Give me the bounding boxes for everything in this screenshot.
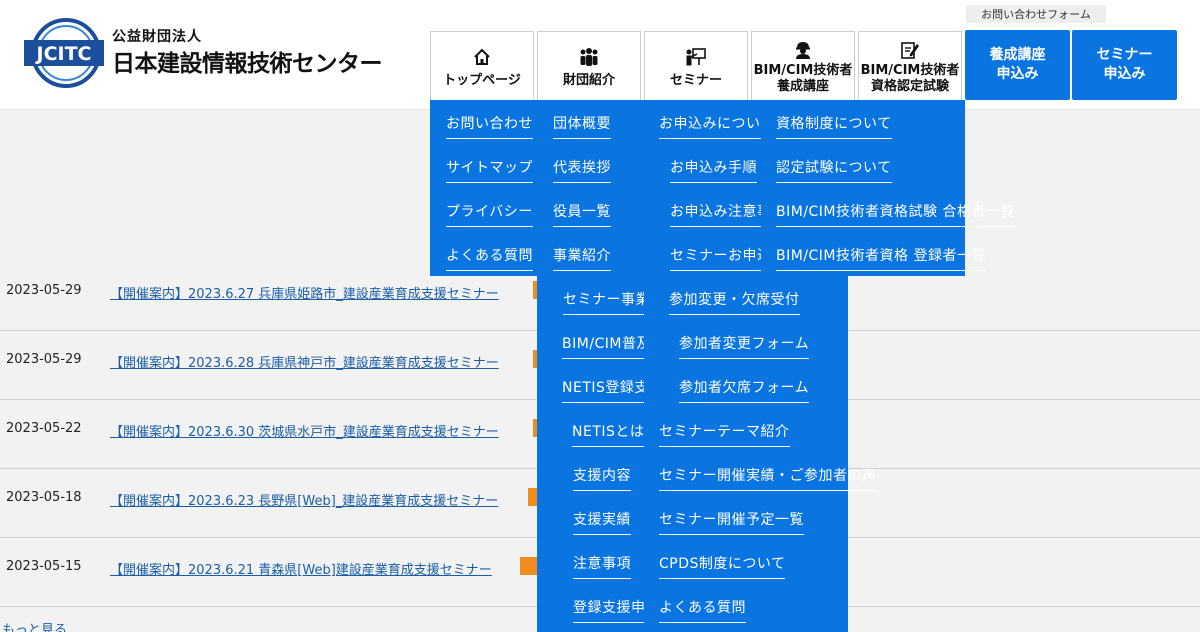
menu-netis-about[interactable]: NETISとは <box>572 421 644 447</box>
nav-top-page[interactable]: トップページ <box>430 31 534 101</box>
menu-contact[interactable]: お問い合わせ <box>446 113 533 139</box>
menu-officers[interactable]: 役員一覧 <box>553 201 611 227</box>
menu-cpds[interactable]: CPDS制度について <box>659 553 786 579</box>
menu-apply-steps[interactable]: お申込み手順 <box>670 157 757 183</box>
menu-apply-notes[interactable]: お申込み注意事項 <box>670 201 761 227</box>
nav-label: BIM/CIM技術者 養成講座 <box>753 63 853 94</box>
menu-absence-form[interactable]: 参加者欠席フォーム <box>679 377 810 403</box>
contact-form-link[interactable]: お問い合わせフォーム <box>966 5 1106 23</box>
news-date: 2023-05-15 <box>6 559 82 574</box>
nav-label: BIM/CIM技術者 資格認定試験 <box>860 63 960 94</box>
nav-label: 財団紹介 <box>562 72 615 88</box>
menu-faq[interactable]: よくある質問 <box>446 245 533 271</box>
menu-sitemap[interactable]: サイトマップ <box>446 157 533 183</box>
menu-privacy[interactable]: プライバシー <box>446 201 533 227</box>
dropdown-seminar: 参加変更・欠席受付 参加者変更フォーム 参加者欠席フォーム セミナーテーマ紹介 … <box>644 276 877 632</box>
menu-registrants-list[interactable]: BIM/CIM技術者資格 登録者一覧 <box>776 245 986 271</box>
menu-greeting[interactable]: 代表挨拶 <box>553 157 611 183</box>
menu-seminar-apply[interactable]: セミナーお申込み <box>670 245 761 271</box>
news-date: 2023-05-29 <box>6 352 82 367</box>
menu-bim-promotion[interactable]: BIM/CIM普及 <box>562 333 644 359</box>
nav-seminar[interactable]: セミナー <box>644 31 748 101</box>
menu-support-content[interactable]: 支援内容 <box>573 465 631 491</box>
nav-foundation[interactable]: 財団紹介 <box>537 31 641 101</box>
worker-icon <box>791 38 815 62</box>
org-type: 公益財団法人 <box>112 29 202 45</box>
nav-label: セミナー <box>669 72 722 88</box>
menu-seminar-themes[interactable]: セミナーテーマ紹介 <box>659 421 790 447</box>
presentation-icon <box>684 45 708 69</box>
menu-seminar-faq[interactable]: よくある質問 <box>659 597 746 623</box>
news-date: 2023-05-18 <box>6 490 82 505</box>
dropdown-top: お問い合わせ サイトマップ プライバシー よくある質問 <box>430 100 537 276</box>
menu-exam-about[interactable]: 認定試験について <box>776 157 892 183</box>
more-link[interactable]: もっと見る <box>2 619 67 632</box>
dropdown-business: セミナー事業 BIM/CIM普及 NETIS登録支援 NETISとは 支援内容 … <box>537 276 644 632</box>
menu-seminar-business[interactable]: セミナー事業 <box>563 289 644 315</box>
people-icon <box>577 45 601 69</box>
menu-apply-about[interactable]: お申込みについて <box>659 113 761 139</box>
news-title-link[interactable]: 【開催案内】2023.6.27 兵庫県姫路市_建設産業育成支援セミナー <box>110 283 499 302</box>
menu-seminar-schedule[interactable]: セミナー開催予定一覧 <box>659 509 804 535</box>
menu-organization[interactable]: 団体概要 <box>553 113 611 139</box>
menu-qualification-system[interactable]: 資格制度について <box>776 113 892 139</box>
news-title-link[interactable]: 【開催案内】2023.6.21 青森県[Web]建設産業育成支援セミナー <box>110 559 492 578</box>
news-title-link[interactable]: 【開催案内】2023.6.23 長野県[Web]_建設産業育成支援セミナー <box>110 490 498 509</box>
nav-label: トップページ <box>443 72 521 88</box>
menu-support-results[interactable]: 支援実績 <box>573 509 631 535</box>
news-title-link[interactable]: 【開催案内】2023.6.30 茨城県水戸市_建設産業育成支援セミナー <box>110 421 499 440</box>
menu-change-form[interactable]: 参加者変更フォーム <box>679 333 810 359</box>
menu-notes[interactable]: 注意事項 <box>573 553 631 579</box>
menu-passers-list[interactable]: BIM/CIM技術者資格試験 合格者一覧 <box>776 201 1015 227</box>
news-date: 2023-05-29 <box>6 283 82 298</box>
training-apply-button[interactable]: 養成講座 申込み <box>965 30 1070 100</box>
nav-bim-exam[interactable]: BIM/CIM技術者 資格認定試験 <box>858 31 962 101</box>
dropdown-seminar-apply: お申込みについて お申込み手順 お申込み注意事項 セミナーお申込み <box>644 100 761 276</box>
logo-text: JCITC <box>35 43 92 65</box>
menu-seminar-results[interactable]: セミナー開催実績・ご参加者の声 <box>659 465 877 491</box>
menu-business[interactable]: 事業紹介 <box>553 245 611 271</box>
site-header: JCITC 公益財団法人 日本建設情報技術センター お問い合わせフォーム トップ… <box>0 0 1200 110</box>
menu-support-apply[interactable]: 登録支援申込 <box>573 597 644 623</box>
menu-netis-support[interactable]: NETIS登録支援 <box>562 377 644 403</box>
news-title-link[interactable]: 【開催案内】2023.6.28 兵庫県神戸市_建設産業育成支援セミナー <box>110 352 499 371</box>
dropdown-foundation: 団体概要 代表挨拶 役員一覧 事業紹介 <box>537 100 644 276</box>
menu-change-absence[interactable]: 参加変更・欠席受付 <box>669 289 800 315</box>
edit-icon <box>898 38 922 62</box>
jcitc-logo[interactable]: JCITC <box>24 18 104 88</box>
news-date: 2023-05-22 <box>6 421 82 436</box>
nav-bim-training[interactable]: BIM/CIM技術者 養成講座 <box>751 31 855 101</box>
home-icon <box>470 45 494 69</box>
seminar-apply-button[interactable]: セミナー 申込み <box>1072 30 1177 100</box>
dropdown-exam: 資格制度について 認定試験について BIM/CIM技術者資格試験 合格者一覧 B… <box>761 100 1015 276</box>
org-name[interactable]: 日本建設情報技術センター <box>112 44 383 78</box>
